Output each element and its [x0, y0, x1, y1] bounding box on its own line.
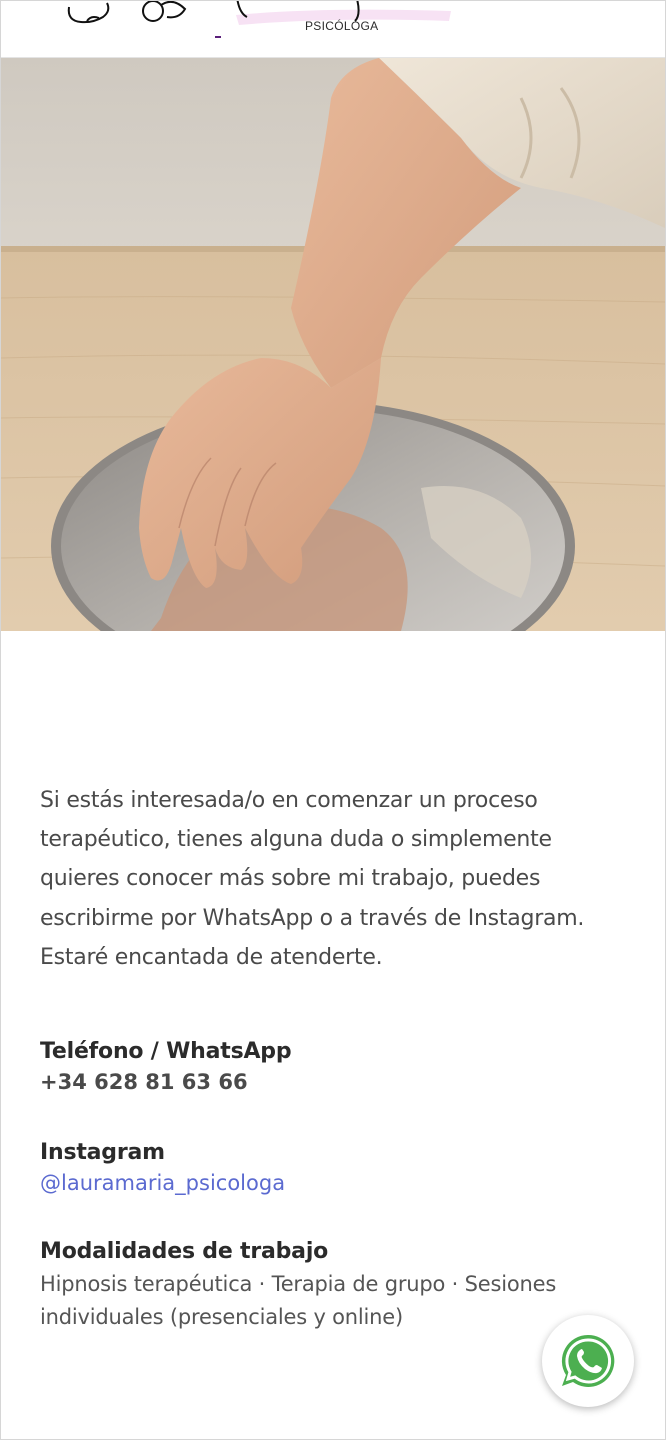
page-frame: PSICÓLOGA Si estás interesada/o en comen…: [0, 0, 666, 1440]
contact-section: Si estás interesada/o en comenzar un pro…: [40, 781, 630, 1334]
intro-paragraph: Si estás interesada/o en comenzar un pro…: [40, 788, 585, 970]
logo-subtitle: PSICÓLOGA: [305, 19, 379, 33]
instagram-link[interactable]: @lauramaria_psicologa: [40, 1171, 285, 1195]
whatsapp-icon: [561, 1334, 615, 1387]
site-logo[interactable]: [61, 0, 481, 57]
hand-reflection-mirror-photo: [1, 58, 665, 631]
modalities-text: Hipnosis terapéutica · Terapia de grupo …: [40, 1272, 557, 1330]
site-header: PSICÓLOGA: [1, 1, 665, 58]
phone-heading: Teléfono / WhatsApp: [40, 1039, 292, 1065]
phone-number[interactable]: +34 628 81 63 66: [40, 1070, 630, 1094]
logo-accent-dash: [215, 36, 221, 38]
hero-image: [1, 58, 665, 631]
instagram-heading: Instagram: [40, 1140, 165, 1166]
whatsapp-float-button[interactable]: [542, 1315, 634, 1407]
modalities-heading: Modalidades de trabajo: [40, 1239, 329, 1265]
